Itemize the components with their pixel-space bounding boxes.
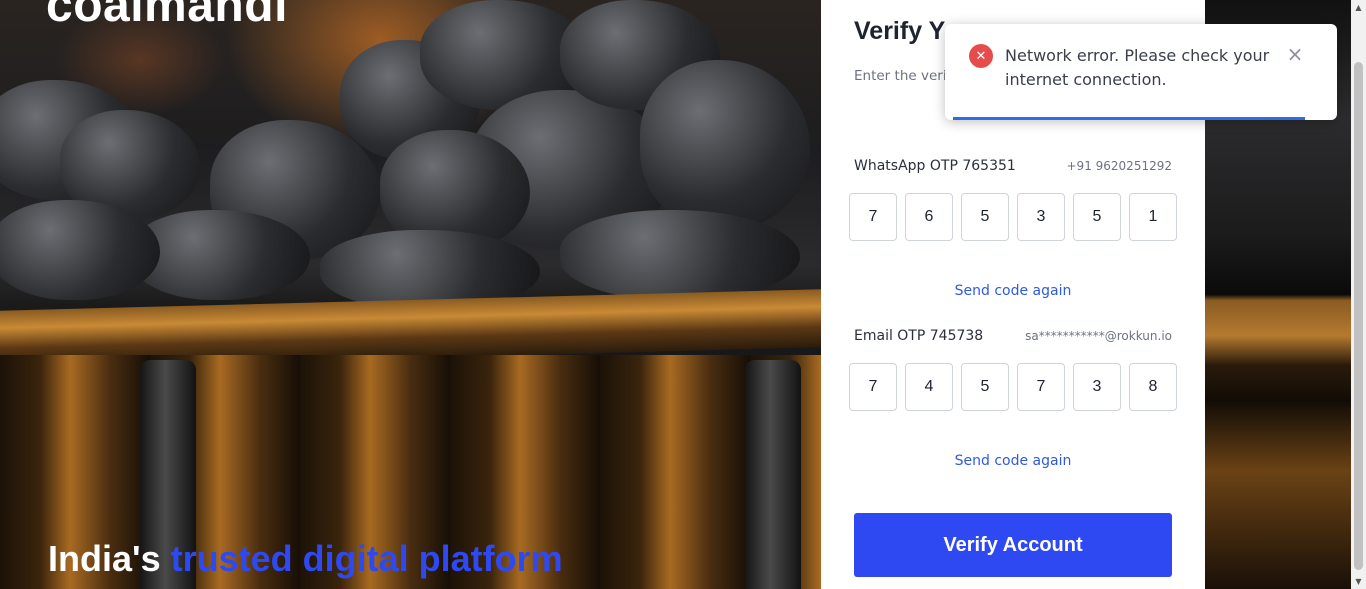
hero-image: coalmandi India's trusted digital platfo… — [0, 0, 821, 589]
whatsapp-otp-digit-5[interactable]: 5 — [1073, 193, 1121, 241]
whatsapp-otp-digit-3[interactable]: 5 — [961, 193, 1009, 241]
email-otp-digit-5[interactable]: 3 — [1073, 363, 1121, 411]
verify-account-button[interactable]: Verify Account — [854, 513, 1172, 577]
email-otp-inputs: 7 4 5 7 3 8 — [849, 363, 1177, 411]
email-otp-digit-6[interactable]: 8 — [1129, 363, 1177, 411]
tagline-accent: trusted digital platform — [170, 538, 563, 579]
whatsapp-otp-inputs: 7 6 5 3 5 1 — [849, 193, 1177, 241]
email-otp-digit-3[interactable]: 5 — [961, 363, 1009, 411]
email-otp-digit-4[interactable]: 7 — [1017, 363, 1065, 411]
hero-tagline: India's trusted digital platform — [48, 538, 563, 580]
email-contact: sa***********@rokkun.io — [1025, 329, 1172, 343]
email-send-code-again-link[interactable]: Send code again — [821, 453, 1205, 469]
close-icon[interactable]: × — [1285, 44, 1305, 64]
scrollbar-thumb[interactable] — [1354, 62, 1363, 570]
whatsapp-otp-header: WhatsApp OTP 765351 +91 9620251292 — [854, 158, 1172, 174]
whatsapp-send-code-again-link[interactable]: Send code again — [821, 283, 1205, 299]
toast-progress-bar — [953, 117, 1305, 120]
scrollbar[interactable]: ▲ ▼ — [1351, 0, 1366, 589]
error-toast: ✕ Network error. Please check your inter… — [945, 24, 1337, 120]
email-otp-header: Email OTP 745738 sa***********@rokkun.io — [854, 328, 1172, 344]
whatsapp-otp-digit-1[interactable]: 7 — [849, 193, 897, 241]
brand-logo: coalmandi — [46, 0, 288, 32]
email-otp-label: Email OTP 745738 — [854, 328, 984, 344]
scroll-down-icon[interactable]: ▼ — [1351, 574, 1366, 589]
toast-message: Network error. Please check your interne… — [1005, 46, 1270, 89]
whatsapp-otp-label: WhatsApp OTP 765351 — [854, 158, 1016, 174]
whatsapp-otp-digit-6[interactable]: 1 — [1129, 193, 1177, 241]
whatsapp-contact: +91 9620251292 — [1066, 159, 1173, 173]
whatsapp-otp-digit-2[interactable]: 6 — [905, 193, 953, 241]
tagline-prefix: India's — [48, 538, 161, 579]
error-x-icon: ✕ — [969, 44, 993, 68]
scroll-up-icon[interactable]: ▲ — [1351, 0, 1366, 15]
email-otp-digit-2[interactable]: 4 — [905, 363, 953, 411]
email-otp-digit-1[interactable]: 7 — [849, 363, 897, 411]
whatsapp-otp-digit-4[interactable]: 3 — [1017, 193, 1065, 241]
page-title: Verify Y — [854, 17, 946, 45]
